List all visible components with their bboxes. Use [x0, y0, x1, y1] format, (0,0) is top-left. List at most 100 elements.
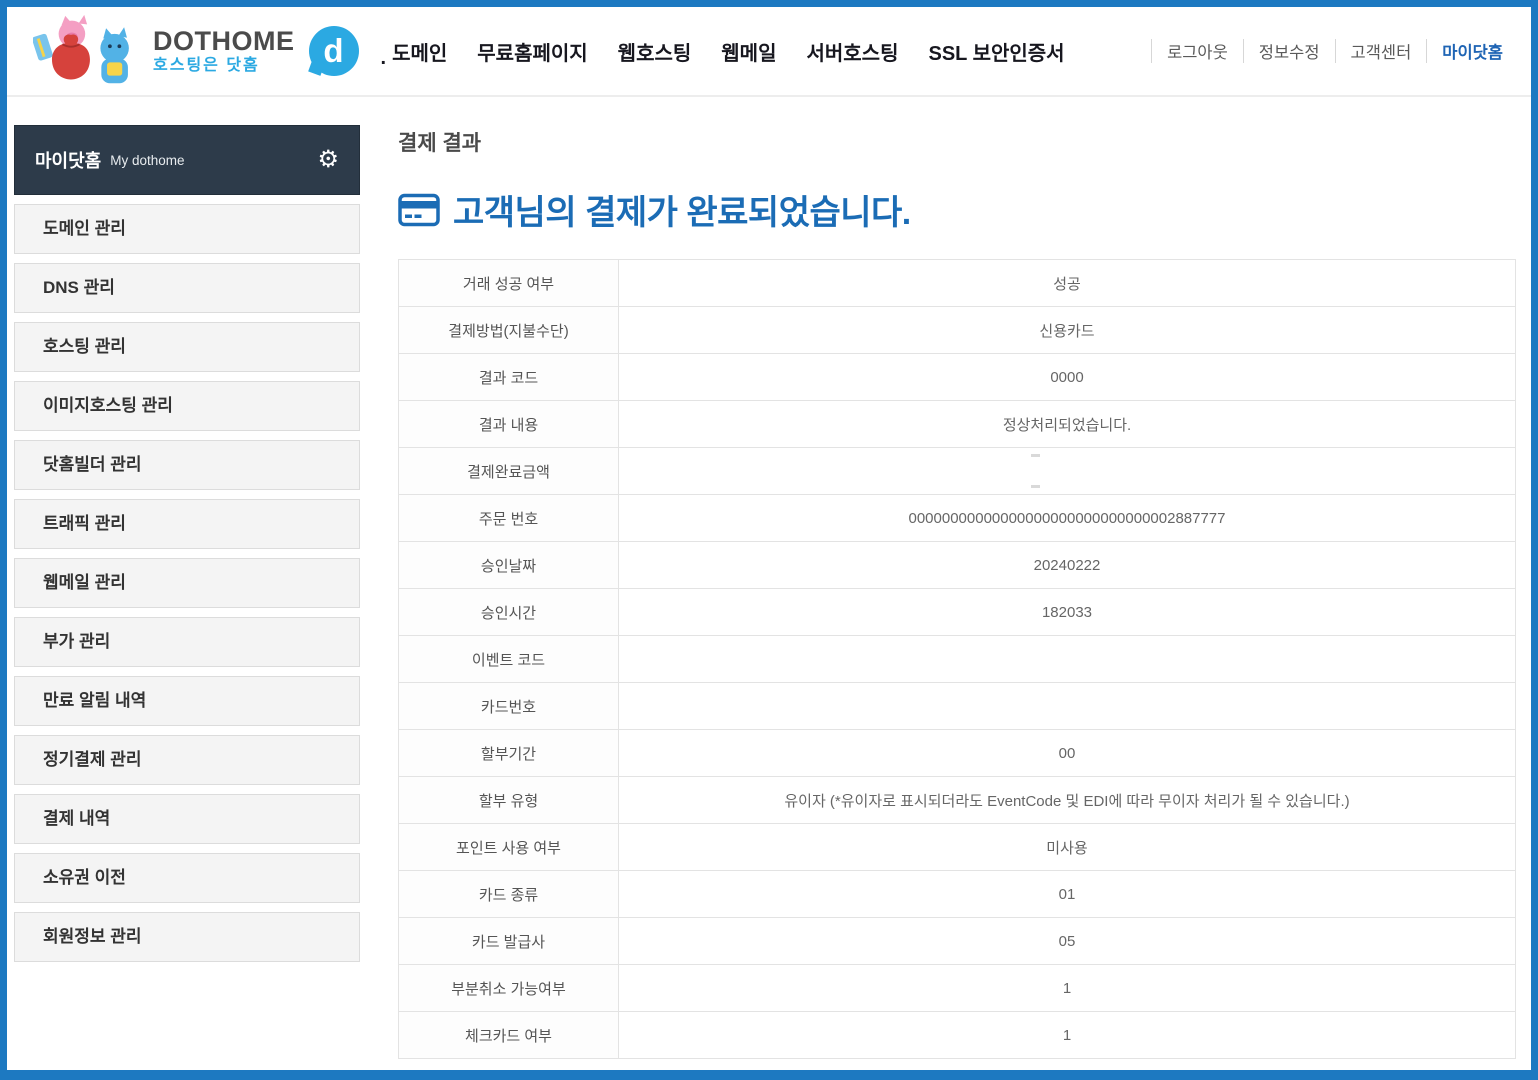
sidebar-item[interactable]: 도메인 관리 [14, 204, 360, 254]
table-row: 할부기간 00 [399, 730, 1516, 777]
table-row: 카드 종류 01 [399, 871, 1516, 918]
bubble-letter: d [323, 32, 343, 70]
sidebar-item[interactable]: 웹메일 관리 [14, 558, 360, 608]
table-row: 결과 내용 정상처리되었습니다. [399, 401, 1516, 448]
row-value: 성공 [619, 260, 1516, 307]
row-value: 05 [619, 918, 1516, 965]
sidebar-item[interactable]: 정기결제 관리 [14, 735, 360, 785]
row-label: 할부 유형 [399, 777, 619, 824]
nav-item[interactable]: SSL 보안인증서 [928, 37, 1064, 66]
row-label: 이벤트 코드 [399, 636, 619, 683]
row-value-text: 1 [1063, 1027, 1071, 1044]
row-value [619, 683, 1516, 730]
sidebar-item[interactable]: 호스팅 관리 [14, 322, 360, 372]
sidebar-item[interactable]: 부가 관리 [14, 617, 360, 667]
table-row: 부분취소 가능여부 1 [399, 965, 1516, 1012]
row-value-text: 182033 [1042, 604, 1092, 621]
row-value: 00000000000000000000000000000002887777 [619, 495, 1516, 542]
sidebar-item[interactable]: DNS 관리 [14, 263, 360, 313]
row-value-text: 20240222 [1034, 557, 1101, 574]
row-label: 승인시간 [399, 589, 619, 636]
table-row: 결제완료금액 [399, 448, 1516, 495]
row-label: 승인날짜 [399, 542, 619, 589]
page-title: 결제 결과 [398, 117, 1516, 157]
row-value: 신용카드 [619, 307, 1516, 354]
result-heading: 고객님의 결제가 완료되었습니다. [453, 185, 911, 234]
row-value: 00 [619, 730, 1516, 777]
row-value-text: 정상처리되었습니다. [1003, 417, 1131, 434]
main-content: 결제 결과 고객님의 결제가 완료되었습니다. 거래 성공 여부 성공 [398, 117, 1516, 1059]
row-value-text: 05 [1059, 933, 1076, 950]
utility-link[interactable]: 로그아웃 [1151, 39, 1243, 63]
sidebar-item[interactable]: 이미지호스팅 관리 [14, 381, 360, 431]
table-row: 결제방법(지불수단) 신용카드 [399, 307, 1516, 354]
dothome-logo[interactable]: DOTHOME 호스팅은 닷홈 d [33, 15, 359, 87]
credit-card-icon [398, 193, 440, 227]
sidebar-item[interactable]: 만료 알림 내역 [14, 676, 360, 726]
row-label: 카드번호 [399, 683, 619, 730]
nav-item[interactable]: 서버호스팅 [806, 37, 898, 66]
mascot-illustration [33, 15, 145, 87]
payment-result-rows: 거래 성공 여부 성공 결제방법(지불수단) 신용카드 결과 코드 0000 [399, 260, 1516, 1059]
table-row: 승인날짜 20240222 [399, 542, 1516, 589]
nav-item[interactable]: 웹호스팅 [618, 37, 692, 66]
utility-link[interactable]: 정보수정 [1243, 39, 1335, 63]
brand-name: DOTHOME [153, 27, 295, 55]
table-row: 카드번호 [399, 683, 1516, 730]
table-row: 카드 발급사 05 [399, 918, 1516, 965]
table-row: 포인트 사용 여부 미사용 [399, 824, 1516, 871]
row-value-text: 미사용 [1046, 840, 1087, 857]
row-value: 1 [619, 1012, 1516, 1059]
nav-item[interactable]: 도메인 [392, 37, 447, 66]
utility-link[interactable]: 마이닷홈 [1426, 39, 1507, 63]
row-label: 포인트 사용 여부 [399, 824, 619, 871]
row-value: 01 [619, 871, 1516, 918]
row-label: 할부기간 [399, 730, 619, 777]
sidebar-header: 마이닷홈 My dothome ⚙ [14, 125, 360, 195]
row-value-text: 00000000000000000000000000000002887777 [908, 510, 1225, 527]
sidebar-subtitle: My dothome [110, 153, 184, 168]
row-value: 1 [619, 965, 1516, 1012]
redaction-mask [700, 456, 1363, 486]
table-row: 할부 유형 유이자 (*유이자로 표시되더라도 EventCode 및 EDI에… [399, 777, 1516, 824]
gear-icon[interactable]: ⚙ [317, 148, 339, 172]
row-label: 부분취소 가능여부 [399, 965, 619, 1012]
sidebar: 마이닷홈 My dothome ⚙ 도메인 관리 DNS 관리호스팅 관리이미지호… [14, 125, 360, 962]
row-label: 결제방법(지불수단) [399, 307, 619, 354]
row-value-text: 01 [1059, 886, 1076, 903]
main-nav: 도메인 무료홈페이지 웹호스팅 웹메일 서버호스팅 SSL 보안인증서 [392, 37, 1065, 66]
sidebar-item[interactable]: 결제 내역 [14, 794, 360, 844]
row-value-text: 00 [1059, 745, 1076, 762]
row-value [619, 636, 1516, 683]
sidebar-item[interactable]: 소유권 이전 [14, 853, 360, 903]
top-header: DOTHOME 호스팅은 닷홈 d . 도메인 무료홈페이지 웹호스팅 웹메일 서버호스… [7, 7, 1531, 97]
row-label: 결과 코드 [399, 354, 619, 401]
row-label: 체크카드 여부 [399, 1012, 619, 1059]
table-row: 거래 성공 여부 성공 [399, 260, 1516, 307]
brand-text: DOTHOME 호스팅은 닷홈 [153, 27, 295, 74]
row-label: 주문 번호 [399, 495, 619, 542]
row-value: 182033 [619, 589, 1516, 636]
row-label: 결과 내용 [399, 401, 619, 448]
nav-item[interactable]: 웹메일 [721, 37, 776, 66]
table-row: 승인시간 182033 [399, 589, 1516, 636]
table-row: 체크카드 여부 1 [399, 1012, 1516, 1059]
row-value-text: 신용카드 [1039, 323, 1094, 340]
result-heading-block: 고객님의 결제가 완료되었습니다. [398, 185, 1516, 234]
sidebar-item[interactable]: 회원정보 관리 [14, 912, 360, 962]
row-value [619, 448, 1516, 495]
nav-item[interactable]: 무료홈페이지 [477, 37, 587, 66]
sidebar-item[interactable]: 닷홈빌더 관리 [14, 440, 360, 490]
nav-prefix-dot: . [381, 47, 387, 70]
sidebar-item[interactable]: 트래픽 관리 [14, 499, 360, 549]
row-value: 20240222 [619, 542, 1516, 589]
utility-nav: 로그아웃정보수정고객센터마이닷홈 [1151, 39, 1507, 63]
row-value: 0000 [619, 354, 1516, 401]
row-value-text: 성공 [1053, 276, 1081, 293]
dothome-bubble-icon: d [309, 26, 359, 76]
row-value-text: 0000 [1050, 369, 1083, 386]
table-row: 주문 번호 0000000000000000000000000000000288… [399, 495, 1516, 542]
row-label: 결제완료금액 [399, 448, 619, 495]
utility-link[interactable]: 고객센터 [1335, 39, 1427, 63]
payment-result-table: 거래 성공 여부 성공 결제방법(지불수단) 신용카드 결과 코드 0000 [398, 259, 1516, 1059]
